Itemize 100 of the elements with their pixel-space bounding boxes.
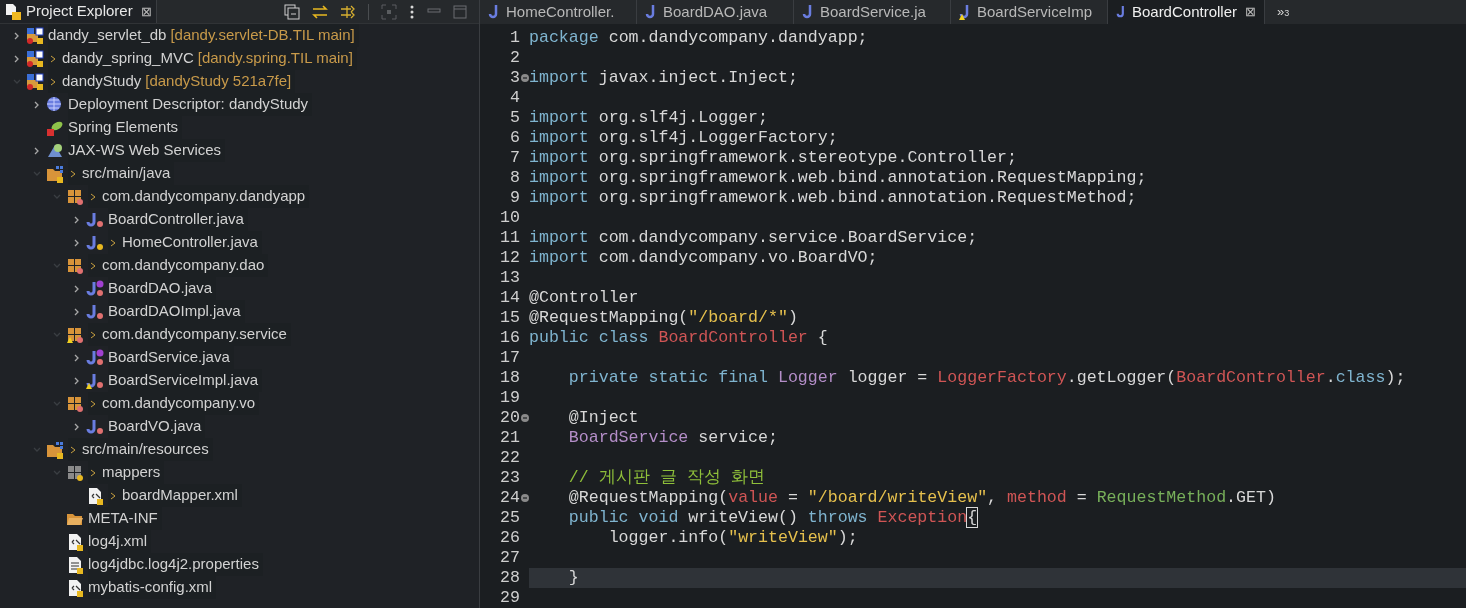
tree-item[interactable]: log4j.xml bbox=[88, 530, 148, 553]
java-file-icon bbox=[86, 302, 104, 321]
package-icon bbox=[66, 325, 84, 344]
tree-item[interactable]: dandy_spring_MVC bbox=[62, 47, 194, 70]
line-number: 28 bbox=[500, 568, 520, 588]
tree-item[interactable]: BoardDAO.java bbox=[108, 277, 213, 300]
fold-icon[interactable] bbox=[520, 74, 529, 82]
project-icon bbox=[26, 26, 44, 45]
code-line: @RequestMapping(value = "/board/writeView", method = RequestMethod.GET) bbox=[567, 488, 1276, 507]
collapse-all-icon[interactable] bbox=[284, 3, 300, 20]
java-file-icon bbox=[86, 417, 104, 436]
project-icon bbox=[26, 49, 44, 68]
code-line: import com.dandycompany.service.BoardService; bbox=[529, 228, 978, 247]
tree-item[interactable]: BoardDAOImpl.java bbox=[108, 300, 241, 323]
line-number: 19 bbox=[500, 388, 520, 408]
line-number: 4 bbox=[510, 88, 520, 108]
line-number: 2 bbox=[510, 48, 520, 68]
source-folder-icon bbox=[46, 440, 64, 459]
tree-item[interactable]: src/main/resources bbox=[82, 438, 209, 461]
code-line: import javax.inject.Inject; bbox=[529, 68, 798, 87]
code-line: package com.dandycompany.dandyapp; bbox=[529, 28, 868, 47]
java-file-icon bbox=[86, 371, 104, 390]
tree-item[interactable]: com.dandycompany.service bbox=[102, 323, 287, 346]
java-file-icon bbox=[86, 233, 104, 252]
line-number: 17 bbox=[500, 348, 520, 368]
view-menu-icon[interactable] bbox=[409, 3, 415, 20]
line-number: 16 bbox=[500, 328, 520, 348]
tree-item[interactable]: META-INF bbox=[88, 507, 158, 530]
code-line: public class BoardController { bbox=[529, 328, 828, 347]
code-line: import org.slf4j.Logger; bbox=[529, 108, 768, 127]
web-services-icon bbox=[46, 141, 64, 160]
code-line: public void writeView() throws Exception{ bbox=[567, 508, 978, 527]
fold-icon[interactable] bbox=[520, 414, 529, 422]
tree-item[interactable]: com.dandycompany.dandyapp bbox=[102, 185, 306, 208]
line-number: 29 bbox=[500, 588, 520, 608]
tree-item[interactable]: log4jdbc.log4j2.properties bbox=[88, 553, 259, 576]
tree-item[interactable]: dandyStudy bbox=[62, 70, 142, 93]
line-number: 12 bbox=[500, 248, 520, 268]
xml-file-icon bbox=[66, 578, 84, 597]
line-number: 5 bbox=[510, 108, 520, 128]
line-number: 23 bbox=[500, 468, 520, 488]
globe-icon bbox=[46, 95, 64, 114]
explorer-tab[interactable]: Project Explorer ⊠ bbox=[0, 0, 157, 23]
line-number: 9 bbox=[510, 188, 520, 208]
package-icon bbox=[66, 256, 84, 275]
code-line: import org.springframework.stereotype.Controller; bbox=[529, 148, 1017, 167]
tab-label: BoardService.ja bbox=[820, 1, 926, 22]
code-line: import org.slf4j.LoggerFactory; bbox=[529, 128, 838, 147]
code-line: // 게시판 글 작성 화면 bbox=[567, 468, 765, 487]
code-line: @Inject bbox=[567, 408, 639, 427]
close-button[interactable]: ⊠ bbox=[1245, 2, 1256, 22]
tree-item[interactable]: BoardVO.java bbox=[108, 415, 202, 438]
tree-item[interactable]: Deployment Descriptor: dandyStudy bbox=[68, 93, 309, 116]
more-tabs-button[interactable]: »3 bbox=[1265, 0, 1302, 24]
line-number: 18 bbox=[500, 368, 520, 388]
line-number: 7 bbox=[510, 148, 520, 168]
line-number: 25 bbox=[500, 508, 520, 528]
tree-item[interactable]: HomeController.java bbox=[122, 231, 258, 254]
tree-item[interactable]: BoardServiceImpl.java bbox=[108, 369, 259, 392]
code-line: import org.springframework.web.bind.annotation.RequestMethod; bbox=[529, 188, 1137, 207]
line-number: 27 bbox=[500, 548, 520, 568]
tab-label: BoardController bbox=[1131, 1, 1237, 22]
close-button[interactable]: ⊠ bbox=[140, 1, 152, 22]
fold-icon[interactable] bbox=[520, 494, 529, 502]
tree-item[interactable]: src/main/java bbox=[82, 162, 171, 185]
code-line: } bbox=[567, 568, 579, 587]
java-file-icon bbox=[86, 279, 104, 298]
line-number: 8 bbox=[510, 168, 520, 188]
code-line: private static final Logger logger = LoggerFactory.getLogger(BoardController.class); bbox=[567, 368, 1406, 387]
git-decoration: [dandy.spring.TIL main] bbox=[197, 48, 353, 69]
tree-item[interactable]: Spring Elements bbox=[68, 116, 179, 139]
file-icon bbox=[4, 2, 22, 21]
line-number: 26 bbox=[500, 528, 520, 548]
editor-tab[interactable]: BoardController ⊠ bbox=[1108, 0, 1265, 24]
package-icon bbox=[66, 463, 84, 482]
tree-item[interactable]: com.dandycompany.vo bbox=[102, 392, 256, 415]
properties-file-icon bbox=[66, 555, 84, 574]
line-number: 10 bbox=[500, 208, 520, 228]
tree-item[interactable]: BoardController.java bbox=[108, 208, 244, 231]
git-decoration: [dandyStudy 521a7fe] bbox=[145, 71, 292, 92]
java-file-icon bbox=[86, 210, 104, 229]
line-number: 1 bbox=[510, 28, 520, 48]
tab-label: BoardServiceImp bbox=[977, 1, 1093, 22]
tree-item[interactable]: boardMapper.xml bbox=[122, 484, 238, 507]
tree-item[interactable]: com.dandycompany.dao bbox=[102, 254, 265, 277]
link-editor-icon[interactable] bbox=[312, 3, 328, 20]
code-line: BoardService service; bbox=[567, 428, 778, 447]
tree-item[interactable]: mybatis-config.xml bbox=[88, 576, 213, 599]
line-number: 20 bbox=[500, 408, 520, 428]
tree-item[interactable]: BoardService.java bbox=[108, 346, 230, 369]
code-line: import org.springframework.web.bind.annotation.RequestMapping; bbox=[529, 168, 1147, 187]
filter-icon[interactable] bbox=[340, 3, 356, 20]
line-number: 13 bbox=[500, 268, 520, 288]
java-file-icon bbox=[86, 348, 104, 367]
source-folder-icon bbox=[46, 164, 64, 183]
code-line: import com.dandycompany.vo.BoardVO; bbox=[529, 248, 878, 267]
tree-item[interactable]: dandy_servlet_db bbox=[48, 24, 167, 47]
tree-item[interactable]: mappers bbox=[102, 461, 161, 484]
tree-item[interactable]: JAX-WS Web Services bbox=[68, 139, 222, 162]
line-number: 14 bbox=[500, 288, 520, 308]
